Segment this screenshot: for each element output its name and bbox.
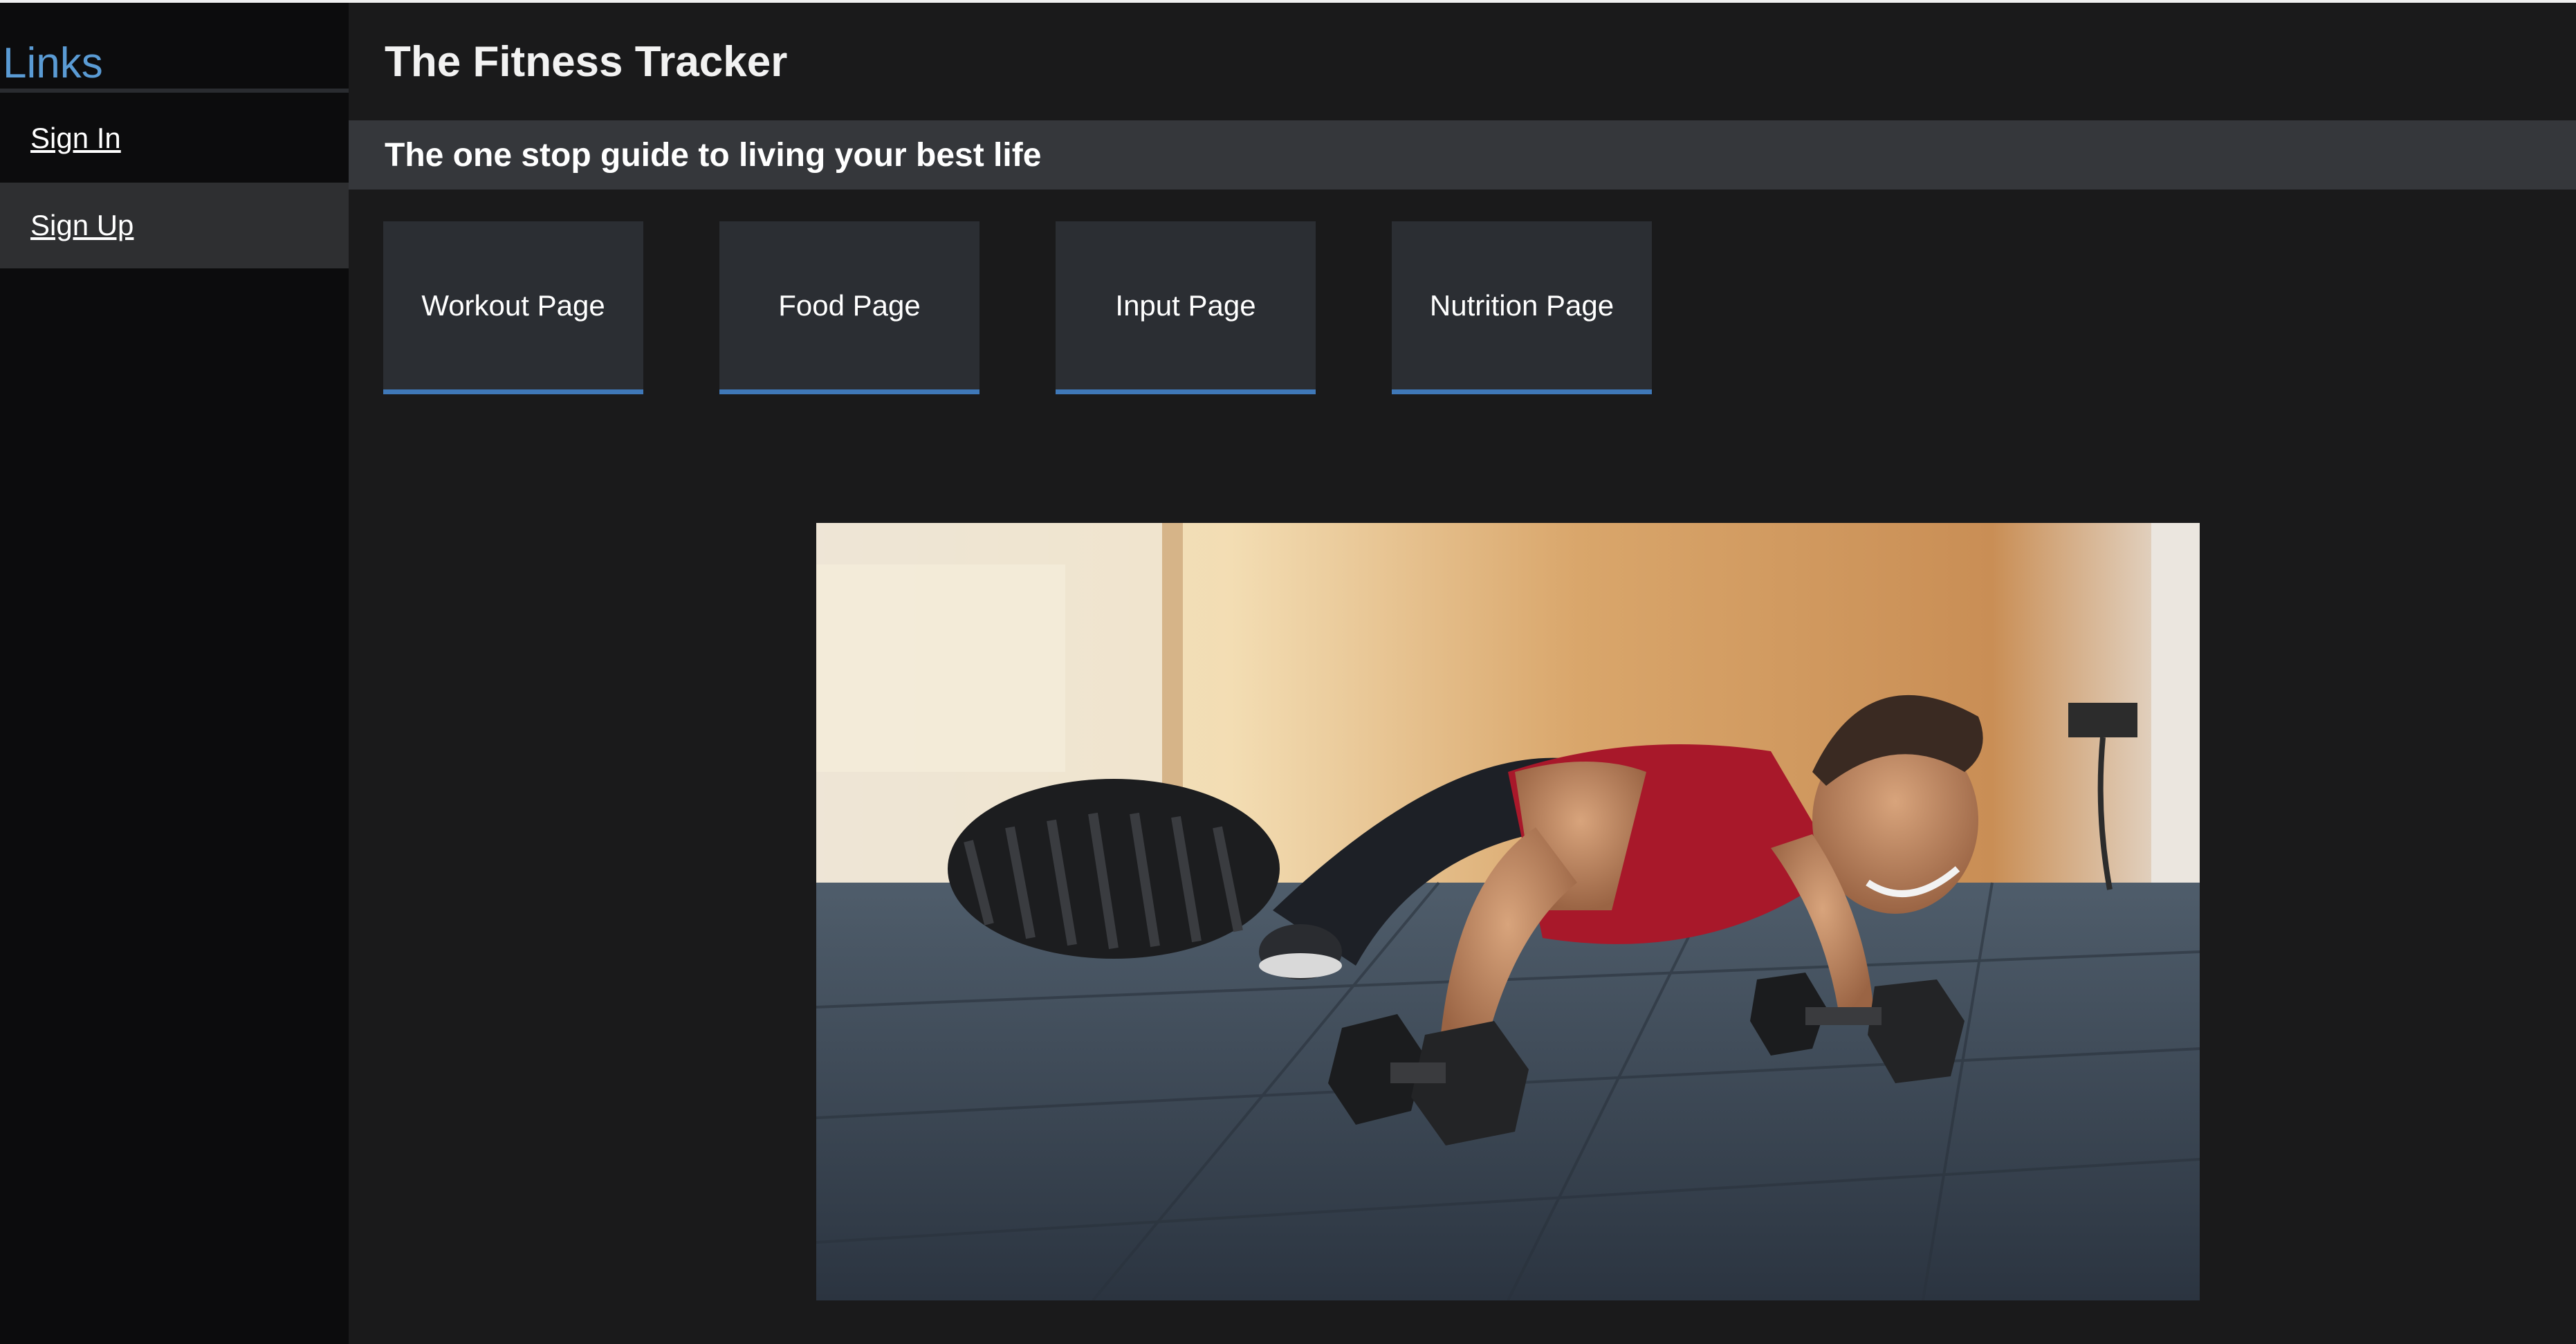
food-page-button[interactable]: Food Page bbox=[719, 221, 979, 394]
page-title: The Fitness Tracker bbox=[385, 38, 788, 86]
sign-in-link[interactable]: Sign In bbox=[0, 95, 349, 181]
input-page-button[interactable]: Input Page bbox=[1056, 221, 1316, 394]
nutrition-page-button[interactable]: Nutrition Page bbox=[1392, 221, 1652, 394]
hero-image bbox=[816, 523, 2200, 1300]
page-subtitle: The one stop guide to living your best l… bbox=[385, 136, 1042, 174]
workout-page-button[interactable]: Workout Page bbox=[383, 221, 643, 394]
sidebar: Links Sign In Sign Up bbox=[0, 3, 349, 1344]
sidebar-divider bbox=[0, 89, 349, 93]
workout-photo bbox=[816, 523, 2200, 1300]
top-border bbox=[0, 0, 2576, 3]
sidebar-title: Links bbox=[3, 39, 103, 87]
sign-up-link[interactable]: Sign Up bbox=[0, 183, 349, 268]
page-subtitle-bar: The one stop guide to living your best l… bbox=[349, 120, 2576, 190]
